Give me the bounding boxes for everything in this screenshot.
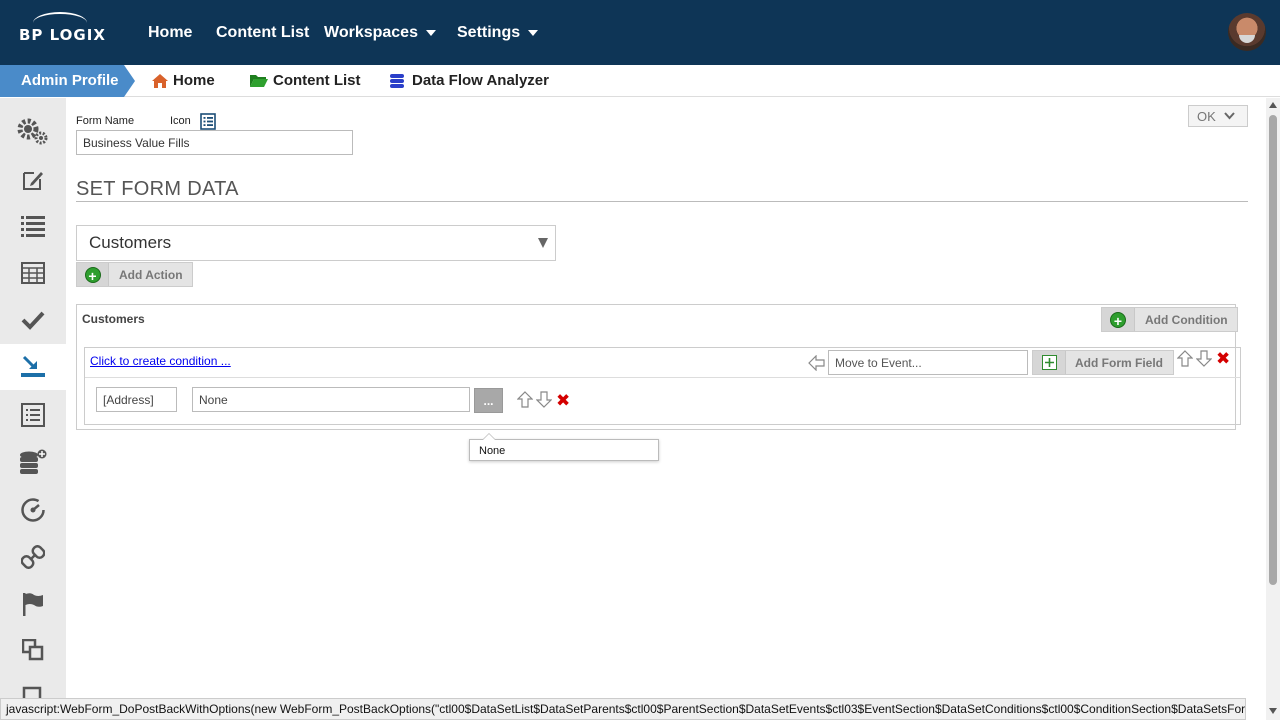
- sidebar: [0, 98, 66, 720]
- panel-title: Customers: [82, 312, 145, 326]
- import-icon: [21, 355, 45, 377]
- scroll-down-icon[interactable]: [1269, 708, 1277, 714]
- add-condition-button[interactable]: + Add Condition: [1101, 307, 1238, 332]
- sidebar-item-list[interactable]: [0, 203, 66, 249]
- breadcrumb-admin-profile[interactable]: Admin Profile: [0, 65, 135, 97]
- form-list-icon: [200, 113, 216, 130]
- sidebar-item-set-form-data[interactable]: [0, 344, 66, 390]
- sidebar-item-settings[interactable]: [0, 108, 66, 154]
- delete-condition-icon[interactable]: ✖: [1216, 350, 1230, 367]
- sidebar-item-details[interactable]: [0, 392, 66, 438]
- scroll-up-icon[interactable]: [1269, 102, 1277, 108]
- breadcrumb: Admin Profile Home Content List Data Flo…: [0, 65, 1280, 97]
- arrow-down-icon[interactable]: [1196, 350, 1212, 367]
- add-condition-icon-box: +: [1102, 308, 1135, 331]
- user-avatar[interactable]: [1228, 13, 1266, 51]
- database-add-icon: [20, 449, 47, 474]
- breadcrumb-content-list[interactable]: Content List: [249, 65, 361, 97]
- add-form-field-button[interactable]: Add Form Field: [1032, 350, 1174, 375]
- sidebar-item-dashboard[interactable]: [0, 487, 66, 533]
- add-form-field-icon-box: [1033, 351, 1066, 374]
- edit-icon: [23, 172, 43, 190]
- divider: [76, 201, 1248, 202]
- list-alt-icon: [21, 403, 45, 427]
- add-action-button[interactable]: + Add Action: [76, 262, 193, 287]
- table-icon: [21, 262, 45, 284]
- tooltip: None: [469, 433, 659, 461]
- bplogix-logo[interactable]: BP LOGIX: [19, 12, 106, 44]
- breadcrumb-home[interactable]: Home: [151, 65, 215, 97]
- form-name-input[interactable]: Business Value Fills: [76, 130, 353, 155]
- field-value-input[interactable]: None: [192, 387, 470, 412]
- nav-content-list[interactable]: Content List: [216, 0, 309, 65]
- breadcrumb-data-flow[interactable]: Data Flow Analyzer: [389, 65, 549, 97]
- add-action-label: Add Action: [119, 267, 183, 282]
- ok-button[interactable]: OK: [1188, 105, 1248, 127]
- sidebar-item-clone[interactable]: [0, 627, 66, 673]
- main-content: Form Name Icon Business Value Fills OK S…: [66, 98, 1266, 698]
- nav-home[interactable]: Home: [148, 0, 192, 65]
- add-form-field-label: Add Form Field: [1075, 355, 1163, 370]
- arrow-up-icon[interactable]: [1177, 350, 1193, 367]
- folder-icon: [249, 73, 269, 89]
- chevron-down-icon: [528, 29, 539, 36]
- vertical-scrollbar[interactable]: [1266, 98, 1280, 720]
- list-icon: [21, 216, 45, 237]
- database-icon: [389, 73, 405, 89]
- sidebar-item-flag[interactable]: [0, 581, 66, 627]
- breadcrumb-home-label: Home: [173, 72, 215, 89]
- home-icon: [151, 73, 169, 89]
- sidebar-item-database-add[interactable]: [0, 439, 66, 485]
- dropdown-arrow-icon: [538, 238, 548, 248]
- flag-icon: [23, 593, 43, 616]
- page-title: SET FORM DATA: [76, 178, 239, 200]
- arrow-up-icon[interactable]: [517, 391, 533, 408]
- gears-icon: [17, 118, 48, 145]
- add-action-icon-box: +: [77, 263, 109, 286]
- sidebar-item-link[interactable]: [0, 534, 66, 580]
- link-icon: [21, 545, 45, 569]
- add-condition-label: Add Condition: [1145, 312, 1228, 327]
- nav-workspaces-label: Workspaces: [324, 23, 418, 41]
- chevron-down-icon: [425, 29, 436, 36]
- breadcrumb-content-list-label: Content List: [273, 72, 361, 89]
- plus-square-icon: [1041, 355, 1057, 370]
- scrollbar-thumb[interactable]: [1269, 115, 1277, 585]
- plus-circle-icon: +: [1110, 311, 1126, 329]
- check-icon: [21, 311, 45, 330]
- field-name-input[interactable]: [Address]: [96, 387, 177, 412]
- top-navbar: BP LOGIX Home Content List Workspaces Se…: [0, 0, 1280, 65]
- browser-status-bar: javascript:WebForm_DoPostBackWithOptions…: [0, 698, 1246, 720]
- condition-header: Click to create condition ... Move to Ev…: [85, 348, 1240, 378]
- ellipsis-button[interactable]: ...: [474, 388, 503, 413]
- delete-field-icon[interactable]: ✖: [556, 392, 570, 409]
- sidebar-item-edit[interactable]: [0, 157, 66, 203]
- condition-block: Click to create condition ... Move to Ev…: [84, 347, 1241, 425]
- speedometer-icon: [21, 498, 45, 522]
- create-condition-link[interactable]: Click to create condition ...: [90, 354, 231, 368]
- nav-workspaces[interactable]: Workspaces: [324, 0, 436, 65]
- dataset-select-value: Customers: [89, 233, 172, 252]
- dataset-select[interactable]: Customers: [76, 225, 556, 261]
- breadcrumb-data-flow-label: Data Flow Analyzer: [412, 72, 549, 89]
- clone-icon: [22, 639, 44, 661]
- customers-panel: Customers + Add Condition Click to creat…: [76, 304, 1241, 430]
- chevron-down-icon: [1224, 112, 1235, 120]
- nav-settings[interactable]: Settings: [457, 0, 539, 65]
- sidebar-item-check[interactable]: [0, 297, 66, 343]
- move-to-event-input[interactable]: Move to Event...: [828, 350, 1028, 375]
- nav-settings-label: Settings: [457, 23, 521, 41]
- sidebar-item-table[interactable]: [0, 250, 66, 296]
- icon-label: Icon: [170, 115, 191, 127]
- arrow-down-icon[interactable]: [536, 391, 552, 408]
- ok-button-label: OK: [1197, 108, 1216, 124]
- arrow-left-icon[interactable]: [808, 355, 825, 371]
- plus-circle-icon: +: [84, 266, 101, 284]
- form-name-label: Form Name: [76, 115, 135, 127]
